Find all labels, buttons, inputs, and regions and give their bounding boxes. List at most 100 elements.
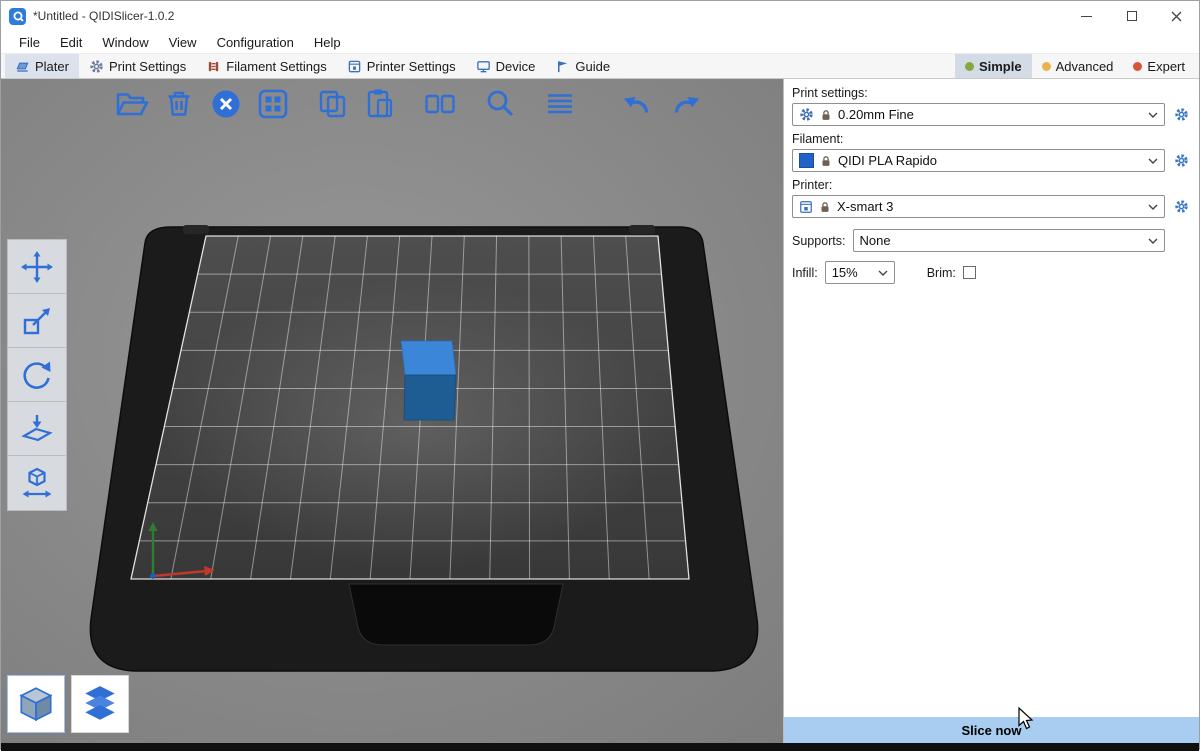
- copy-icon: [315, 86, 351, 122]
- simple-dot-icon: [965, 62, 974, 71]
- supports-combo[interactable]: None: [853, 229, 1165, 252]
- flatten-tool[interactable]: [8, 402, 66, 456]
- tabbar: Plater Print Settings Filament Settings …: [1, 54, 1199, 79]
- rotate-tool[interactable]: [8, 348, 66, 402]
- maximize-icon: [1127, 11, 1137, 21]
- menu-window[interactable]: Window: [92, 33, 158, 52]
- move-icon: [19, 249, 55, 285]
- tab-device[interactable]: Device: [466, 54, 546, 78]
- search-icon: [482, 86, 518, 122]
- view-3d-editor-button[interactable]: [7, 675, 65, 733]
- close-button[interactable]: [1154, 1, 1199, 31]
- measure-icon: [19, 465, 55, 501]
- redo-button[interactable]: [664, 83, 706, 125]
- menubar: File Edit Window View Configuration Help: [1, 31, 1199, 54]
- cube-view-icon: [15, 683, 57, 725]
- printer-combo[interactable]: X-smart 3: [792, 195, 1165, 218]
- delete-all-icon: [208, 86, 244, 122]
- tab-guide[interactable]: Guide: [545, 54, 620, 78]
- menu-file[interactable]: File: [9, 33, 50, 52]
- mode-simple-label: Simple: [979, 59, 1022, 74]
- mode-expert[interactable]: Expert: [1123, 54, 1195, 78]
- tab-plater[interactable]: Plater: [5, 54, 79, 78]
- tab-printer-settings-label: Printer Settings: [367, 59, 456, 74]
- undo-icon: [620, 86, 656, 122]
- gear-icon: [1174, 199, 1189, 214]
- arrange-button[interactable]: [252, 83, 294, 125]
- layer-list-button[interactable]: [539, 83, 581, 125]
- filament-label: Filament:: [792, 132, 1191, 146]
- delete-all-button[interactable]: [205, 83, 247, 125]
- tab-plater-label: Plater: [35, 59, 69, 74]
- viewport-toolbar: [111, 83, 706, 125]
- menu-help[interactable]: Help: [304, 33, 351, 52]
- gear-icon: [799, 107, 814, 122]
- tab-filament-settings-label: Filament Settings: [226, 59, 326, 74]
- redo-icon: [667, 86, 703, 122]
- scale-icon: [19, 303, 55, 339]
- menu-edit[interactable]: Edit: [50, 33, 92, 52]
- tab-print-settings[interactable]: Print Settings: [79, 54, 196, 78]
- titlebar: *Untitled - QIDISlicer-1.0.2: [1, 1, 1199, 31]
- lock-icon: [818, 200, 832, 214]
- print-settings-edit-button[interactable]: [1171, 105, 1191, 125]
- filament-icon: [206, 59, 221, 74]
- chevron-down-icon: [878, 270, 888, 276]
- copy-button[interactable]: [312, 83, 354, 125]
- undo-button[interactable]: [617, 83, 659, 125]
- tab-filament-settings[interactable]: Filament Settings: [196, 54, 336, 78]
- rotate-icon: [19, 357, 55, 393]
- open-button[interactable]: [111, 83, 153, 125]
- paste-button[interactable]: [359, 83, 401, 125]
- brim-label: Brim:: [927, 266, 956, 280]
- maximize-button[interactable]: [1109, 1, 1154, 31]
- mode-advanced-label: Advanced: [1056, 59, 1114, 74]
- brim-checkbox[interactable]: [963, 266, 976, 279]
- delete-button[interactable]: [158, 83, 200, 125]
- close-icon: [1171, 11, 1182, 22]
- mode-simple[interactable]: Simple: [955, 54, 1032, 78]
- bed-handle: [349, 584, 563, 645]
- device-icon: [476, 59, 491, 74]
- infill-label: Infill:: [792, 266, 818, 280]
- split-button[interactable]: [419, 83, 461, 125]
- open-folder-icon: [114, 86, 150, 122]
- infill-combo[interactable]: 15%: [825, 261, 895, 284]
- trash-icon: [161, 86, 197, 122]
- left-toolbar: [7, 239, 67, 511]
- supports-value: None: [860, 233, 891, 248]
- layer-list-icon: [542, 86, 578, 122]
- window-title: *Untitled - QIDISlicer-1.0.2: [33, 9, 174, 23]
- print-settings-label: Print settings:: [792, 86, 1191, 100]
- scale-tool[interactable]: [8, 294, 66, 348]
- menu-configuration[interactable]: Configuration: [207, 33, 304, 52]
- scene-3d: [1, 79, 783, 743]
- app-icon: [9, 8, 26, 25]
- printer-label: Printer:: [792, 178, 1191, 192]
- minimize-button[interactable]: [1064, 1, 1109, 31]
- filament-combo[interactable]: QIDI PLA Rapido: [792, 149, 1165, 172]
- layers-preview-icon: [79, 683, 121, 725]
- arrange-icon: [255, 86, 291, 122]
- filament-edit-button[interactable]: [1171, 151, 1191, 171]
- printer-edit-button[interactable]: [1171, 197, 1191, 217]
- menu-view[interactable]: View: [159, 33, 207, 52]
- split-icon: [422, 86, 458, 122]
- tab-printer-settings[interactable]: Printer Settings: [337, 54, 466, 78]
- gear-icon: [1174, 153, 1189, 168]
- slice-now-button[interactable]: Slice now: [784, 717, 1199, 743]
- print-settings-combo[interactable]: 0.20mm Fine: [792, 103, 1165, 126]
- guide-icon: [555, 59, 570, 74]
- printer-icon: [347, 59, 362, 74]
- view-layers-preview-button[interactable]: [71, 675, 129, 733]
- gear-icon: [1174, 107, 1189, 122]
- measure-tool[interactable]: [8, 456, 66, 510]
- printer-icon: [799, 200, 813, 214]
- chevron-down-icon: [1148, 158, 1158, 164]
- move-tool[interactable]: [8, 240, 66, 294]
- viewport-3d[interactable]: [1, 79, 783, 743]
- mode-advanced[interactable]: Advanced: [1032, 54, 1124, 78]
- sidebar: Print settings: 0.20mm Fine Filament: QI…: [783, 79, 1199, 743]
- search-button[interactable]: [479, 83, 521, 125]
- model-cube[interactable]: [401, 341, 456, 420]
